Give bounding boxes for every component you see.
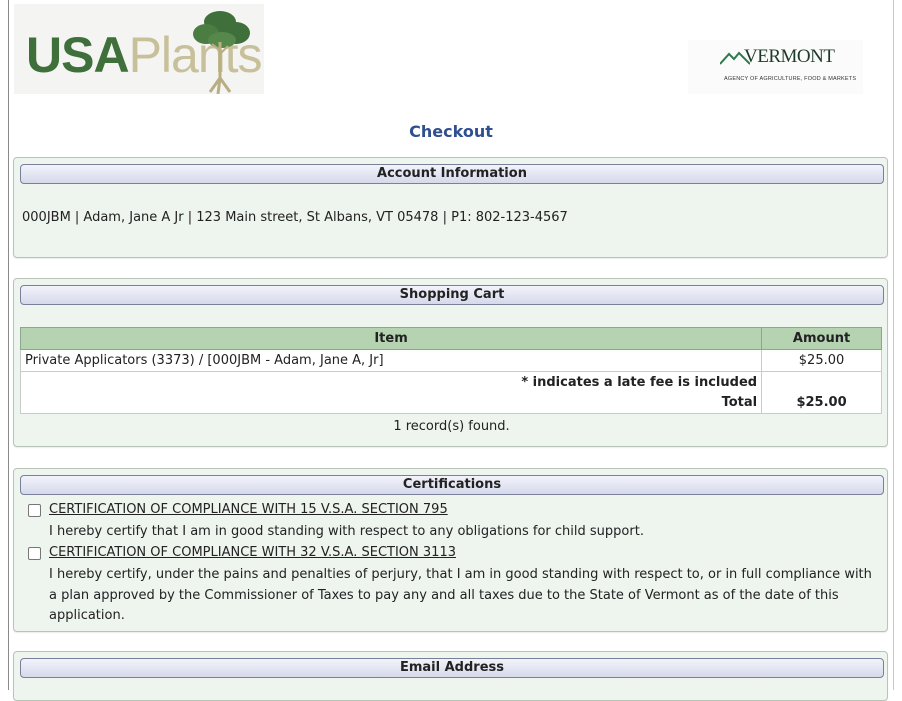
certification-checkbox-1[interactable] [28, 504, 41, 517]
certification-text-1: I hereby certify that I am in good stand… [49, 524, 644, 539]
column-header-amount: Amount [761, 327, 882, 350]
total-value: $25.00 [761, 392, 882, 414]
account-information-heading: Account Information [20, 164, 884, 184]
logo-usa-text: USA [26, 27, 130, 83]
certifications-panel: Certifications CERTIFICATION OF COMPLIAN… [13, 468, 888, 632]
cart-item-cell: Private Applicators (3373) / [000JBM - A… [19, 349, 763, 372]
vermont-logo-subtitle: AGENCY OF AGRICULTURE, FOOD & MARKETS [724, 76, 857, 82]
column-header-item: Item [19, 327, 763, 350]
shopping-cart-heading: Shopping Cart [20, 285, 884, 305]
usaplants-logo: USAPlants [14, 4, 264, 94]
account-information-panel: Account Information 000JBM | Adam, Jane … [13, 157, 888, 258]
total-row: Total $25.00 [19, 392, 882, 414]
page-right-border [893, 0, 894, 690]
late-fee-amount-cell [761, 371, 882, 393]
page-title: Checkout [409, 122, 493, 141]
tree-icon [193, 11, 250, 94]
cart-amount-cell: $25.00 [761, 349, 882, 372]
shopping-cart-panel: Shopping Cart Item Amount Private Applic… [13, 278, 888, 447]
table-row: Private Applicators (3373) / [000JBM - A… [19, 349, 882, 372]
certifications-heading: Certifications [20, 475, 884, 495]
records-found-text: 1 record(s) found. [393, 419, 510, 434]
email-address-panel: Email Address [13, 651, 888, 701]
cart-header-row: Item Amount [19, 327, 882, 350]
certification-text-2: I hereby certify, under the pains and pe… [49, 567, 872, 623]
certification-link-2[interactable]: CERTIFICATION OF COMPLIANCE WITH 32 V.S.… [49, 545, 456, 560]
late-fee-note: * indicates a late fee is included [19, 371, 763, 393]
email-address-heading: Email Address [20, 658, 884, 678]
account-details-line: 000JBM | Adam, Jane A Jr | 123 Main stre… [22, 210, 568, 225]
certification-checkbox-2[interactable] [28, 547, 41, 560]
vermont-logo-text: VERMONT [744, 46, 835, 67]
cart-table: Item Amount Private Applicators (3373) /… [19, 327, 882, 414]
late-fee-row: * indicates a late fee is included [19, 371, 882, 393]
vermont-agency-logo: VERMONT AGENCY OF AGRICULTURE, FOOD & MA… [688, 40, 863, 94]
total-label: Total [19, 392, 763, 414]
page-left-border [8, 0, 9, 690]
certification-link-1[interactable]: CERTIFICATION OF COMPLIANCE WITH 15 V.S.… [49, 502, 448, 517]
